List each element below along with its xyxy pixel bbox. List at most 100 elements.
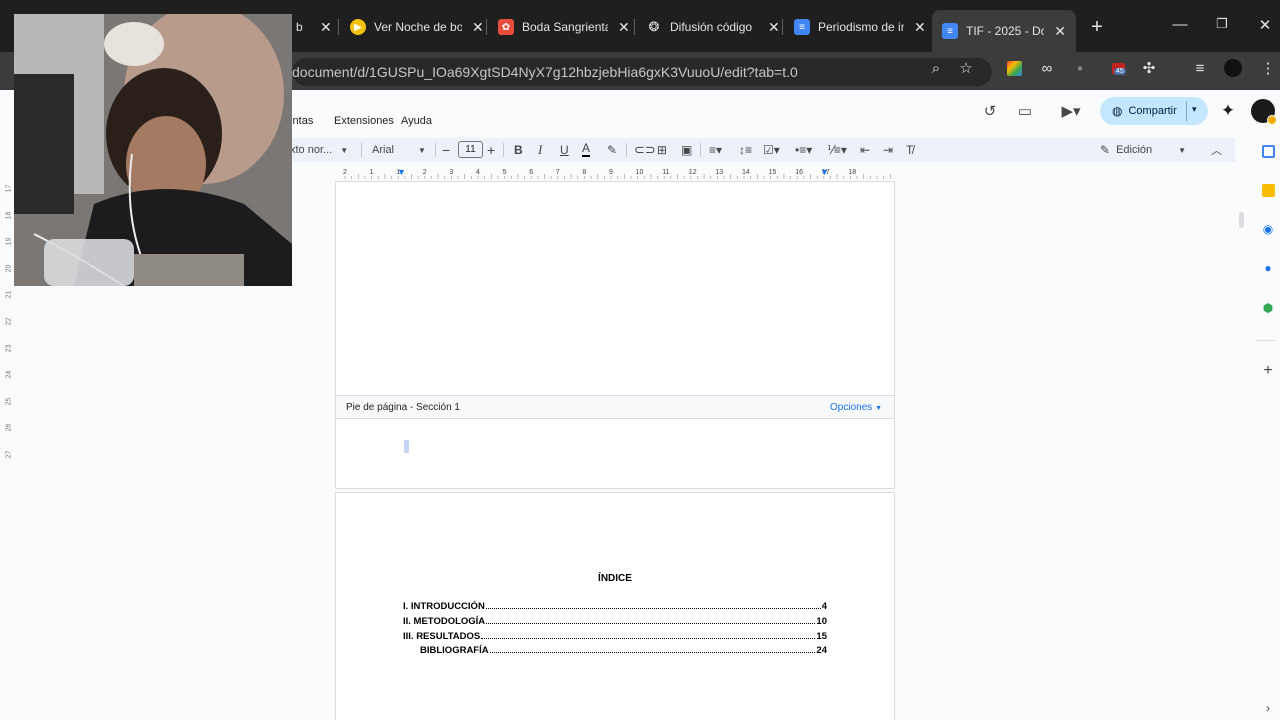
tab-1-title: b — [296, 20, 303, 34]
numbered-list-icon[interactable]: ⅟≡▾ — [827, 141, 847, 159]
ruler-number: 7 — [555, 169, 560, 176]
avatar[interactable] — [1251, 99, 1277, 125]
contacts-icon[interactable]: ● — [1260, 260, 1276, 276]
document-page[interactable]: Pie de página - Sección 1 Opciones ▼ — [335, 181, 895, 489]
font-select[interactable]: Arial ▼ — [372, 141, 428, 159]
toc-entry[interactable]: I. INTRODUCCIÓN 4 — [403, 599, 827, 612]
toc-entry[interactable]: II. METODOLOGÍA 10 — [403, 614, 827, 627]
toc-entry-page: 15 — [816, 631, 827, 642]
url-text: document/d/1GUSPu_IOa69XgtSD4NyX7g12hbzj… — [292, 64, 798, 80]
italic-icon[interactable]: I — [538, 141, 542, 159]
add-addon-icon[interactable]: + — [1260, 362, 1276, 379]
menu-ayuda[interactable]: Ayuda — [401, 115, 432, 127]
meet-video-icon[interactable]: ▶▾ — [1054, 100, 1088, 122]
paragraph-style-select[interactable]: xto nor... ▼ — [290, 141, 352, 159]
tab-difusion[interactable]: ❂ Difusión código ✕ — [636, 12, 790, 42]
share-button[interactable]: ◍ Compartir ▾ — [1100, 97, 1208, 125]
toc-entry[interactable]: BIBLIOGRAFÍA 24 — [420, 643, 827, 656]
toc-entry-page: 4 — [821, 601, 827, 612]
tab-close-icon[interactable]: ✕ — [768, 19, 780, 36]
minimize-icon[interactable]: — — [1170, 16, 1190, 33]
tab-close-icon[interactable]: ✕ — [618, 19, 630, 36]
address-bar[interactable]: document/d/1GUSPu_IOa69XgtSD4NyX7g12hbzj… — [292, 58, 992, 86]
font-size-input[interactable]: 11 — [458, 141, 483, 158]
restore-icon[interactable]: ❐ — [1212, 16, 1232, 32]
tab-ver-noche[interactable]: ▶ Ver Noche de bo ✕ — [340, 12, 494, 42]
extension-glasses-icon[interactable]: ∞ — [1037, 58, 1057, 78]
pencil-icon: ✎ — [1100, 143, 1111, 157]
extension-badge-count: 45 — [1114, 68, 1126, 75]
tab-1[interactable]: b ✕ — [286, 12, 342, 42]
extension-badge-icon[interactable]: 45 — [1108, 58, 1128, 78]
clear-formatting-icon[interactable]: T̸ — [906, 141, 913, 159]
bulleted-list-icon[interactable]: •≡▾ — [795, 141, 812, 159]
align-left-icon[interactable]: ≡▾ — [709, 141, 722, 159]
bookmark-star-icon[interactable]: ☆ — [956, 58, 976, 78]
vruler-number: 27 — [5, 450, 13, 459]
decrease-indent-icon[interactable]: ⇤ — [860, 141, 870, 159]
tab-title: Ver Noche de bo — [374, 20, 462, 34]
share-dropdown-icon[interactable]: ▾ — [1192, 104, 1197, 115]
expand-side-panel-icon[interactable]: › — [1260, 700, 1276, 716]
collapse-toolbar-icon[interactable]: ︿ — [1211, 141, 1222, 159]
calendar-icon[interactable] — [1260, 143, 1276, 159]
browser-menu-icon[interactable]: ⋮ — [1258, 58, 1278, 78]
scrollbar-thumb[interactable] — [1239, 212, 1244, 228]
version-history-icon[interactable]: ↺ — [979, 100, 1001, 122]
tasks-icon[interactable]: ◉ — [1260, 221, 1276, 237]
toc-entry[interactable]: III. RESULTADOS 15 — [403, 629, 827, 642]
ruler-number: 13 — [715, 169, 724, 176]
tab-close-icon[interactable]: ✕ — [472, 19, 484, 36]
media-control-icon[interactable]: ≡ — [1190, 58, 1210, 78]
tab-tif-2025-active[interactable]: ≡ TIF - 2025 - Doc ✕ — [932, 10, 1076, 52]
underline-icon[interactable]: U — [560, 141, 569, 159]
decrease-font-size-icon[interactable]: − — [442, 141, 450, 159]
tab-boda-sangrienta[interactable]: ✿ Boda Sangrienta ✕ — [488, 12, 640, 42]
insert-image-icon[interactable]: ▣ — [681, 141, 692, 159]
line-spacing-icon[interactable]: ↕≡ — [739, 141, 752, 159]
left-indent-marker-icon[interactable]: ▼ — [397, 167, 406, 177]
comments-icon[interactable]: ▭ — [1014, 100, 1036, 122]
docs-favicon-icon: ≡ — [942, 23, 958, 39]
insert-link-icon[interactable]: ⊂⊃ — [634, 141, 656, 159]
vruler-number: 17 — [5, 184, 13, 193]
window-close-icon[interactable]: ✕ — [1255, 16, 1275, 34]
keep-icon[interactable] — [1260, 182, 1276, 198]
webcam-overlay — [14, 14, 292, 286]
globe-icon: ◍ — [1112, 104, 1123, 118]
footer-section-label: Pie de página - Sección 1 — [346, 402, 460, 413]
toc-entry-page: 24 — [816, 645, 827, 656]
tab-close-icon[interactable]: ✕ — [914, 19, 926, 36]
highlight-pen-icon[interactable]: ✎ — [607, 141, 617, 159]
extensions-puzzle-icon[interactable]: ✣ — [1139, 58, 1159, 78]
paragraph-style-value: xto nor... — [290, 144, 333, 156]
add-comment-icon[interactable]: ⊞ — [657, 141, 667, 159]
new-tab-icon[interactable]: + — [1087, 16, 1107, 39]
increase-indent-icon[interactable]: ⇥ — [883, 141, 893, 159]
gemini-sparkle-icon[interactable]: ✦ — [1217, 100, 1239, 122]
tab-1-close-icon[interactable]: ✕ — [320, 19, 332, 36]
toc-entry-page: 10 — [816, 616, 827, 627]
zoom-search-icon[interactable]: ⌕ — [926, 58, 946, 78]
footer-options-button[interactable]: Opciones ▼ — [830, 402, 882, 413]
document-page[interactable]: ÍNDICE I. INTRODUCCIÓN 4 II. METODOLOGÍA… — [335, 492, 895, 720]
extension-color-icon[interactable] — [1004, 58, 1024, 78]
increase-font-size-icon[interactable]: + — [487, 141, 495, 159]
bold-icon[interactable]: B — [514, 141, 523, 159]
right-indent-marker-icon[interactable]: ▼ — [820, 167, 829, 177]
editing-mode-select[interactable]: ✎ Edición ▼ — [1100, 141, 1188, 159]
tab-periodismo[interactable]: ≡ Periodismo de in ✕ — [784, 12, 936, 42]
tab-close-icon[interactable]: ✕ — [1054, 23, 1066, 40]
maps-icon[interactable]: ⬢ — [1260, 300, 1276, 316]
checklist-icon[interactable]: ☑▾ — [763, 141, 780, 159]
tab-title: Periodismo de in — [818, 20, 904, 34]
text-cursor-selection — [404, 440, 409, 453]
vruler-number: 19 — [5, 237, 13, 246]
text-color-icon[interactable]: A — [582, 141, 591, 157]
menu-extensiones[interactable]: Extensiones — [334, 115, 394, 127]
openai-favicon-icon: ❂ — [648, 19, 660, 34]
profile-avatar-icon[interactable] — [1223, 58, 1243, 78]
ruler-number: 11 — [662, 169, 670, 176]
horizontal-ruler[interactable]: 2 1 1 2 3 4 5 6 7 8 9 10 11 12 13 14 15 16 17 18 ▼ ▼ — [335, 167, 895, 181]
extension-dim-icon[interactable]: ▪ — [1070, 58, 1090, 78]
